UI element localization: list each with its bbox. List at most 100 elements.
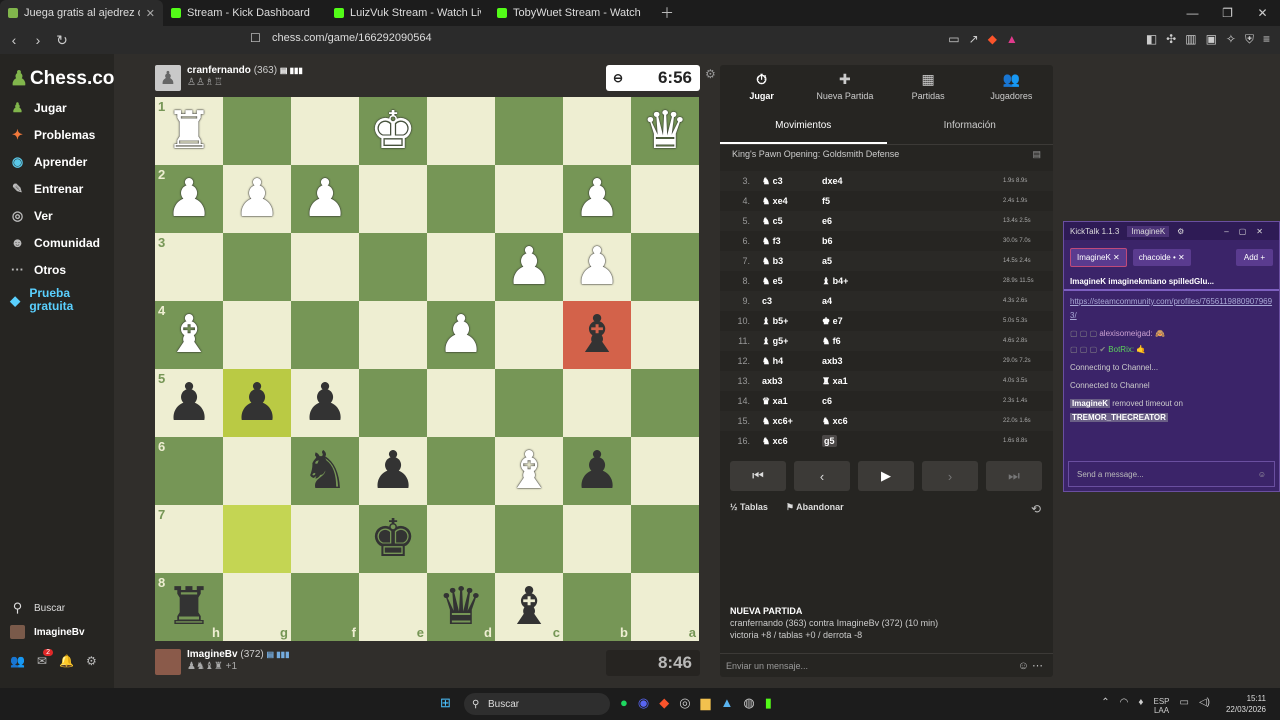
bottom-player-avatar[interactable] bbox=[155, 649, 181, 675]
board-settings-icon[interactable]: ⚙ bbox=[705, 67, 716, 81]
white-move[interactable]: c3 bbox=[756, 296, 822, 306]
back-icon[interactable]: ‹ bbox=[4, 32, 24, 48]
board-square[interactable]: c ♝ bbox=[495, 573, 563, 641]
network-icon[interactable]: ▭ bbox=[1180, 697, 1189, 715]
kicktalk-add-button[interactable]: Add + bbox=[1235, 249, 1273, 266]
board-square[interactable]: ♟ bbox=[427, 301, 495, 369]
board-square[interactable] bbox=[427, 97, 495, 165]
discord-icon[interactable]: ◉ bbox=[638, 695, 649, 711]
kicktalk-message-input[interactable]: Send a message... ☺ bbox=[1068, 461, 1275, 487]
board-square[interactable]: ♟ bbox=[563, 165, 631, 233]
close-window-icon[interactable]: ✕ bbox=[1245, 0, 1280, 26]
white-pawn-icon[interactable]: ♟ bbox=[234, 173, 281, 225]
board-square[interactable]: ♝ bbox=[495, 437, 563, 505]
board-square[interactable] bbox=[495, 369, 563, 437]
steam-icon[interactable]: ◎ bbox=[679, 695, 690, 711]
black-pawn-icon[interactable]: ♟ bbox=[574, 445, 621, 497]
board-square[interactable]: 6 bbox=[155, 437, 223, 505]
black-pawn-icon[interactable]: ♟ bbox=[370, 445, 417, 497]
white-move[interactable]: ♞ c3 bbox=[756, 176, 822, 187]
next-move-button[interactable]: › bbox=[922, 461, 978, 491]
black-pawn-icon[interactable]: ♟ bbox=[166, 377, 213, 429]
board-square[interactable]: ♚ bbox=[359, 505, 427, 573]
restore-icon[interactable]: ❐ bbox=[1210, 0, 1245, 26]
volume-icon[interactable]: ◁) bbox=[1199, 697, 1210, 715]
black-pawn-icon[interactable]: ♟ bbox=[302, 377, 349, 429]
sidebar-user[interactable]: ImagineBv bbox=[10, 625, 85, 639]
resign-button[interactable]: ⚑ Abandonar bbox=[786, 502, 844, 513]
play-button[interactable]: ▶ bbox=[858, 461, 914, 491]
prev-move-button[interactable]: ‹ bbox=[794, 461, 850, 491]
board-square[interactable]: ♟ bbox=[223, 165, 291, 233]
extension-icon[interactable]: ◧ bbox=[1146, 32, 1157, 47]
board-square[interactable] bbox=[359, 233, 427, 301]
board-square[interactable] bbox=[631, 165, 699, 233]
board-square[interactable] bbox=[223, 437, 291, 505]
board-square[interactable] bbox=[359, 369, 427, 437]
board-square[interactable] bbox=[223, 301, 291, 369]
board-square[interactable] bbox=[495, 301, 563, 369]
emoji-icon[interactable]: ☺ ⋯ bbox=[1018, 659, 1043, 672]
emote-picker-icon[interactable]: ☺ bbox=[1258, 470, 1266, 479]
forward-icon[interactable]: › bbox=[28, 32, 48, 48]
board-square[interactable] bbox=[359, 165, 427, 233]
white-move[interactable]: ♞ xc6+ bbox=[756, 416, 822, 427]
white-move[interactable]: ♞ e5 bbox=[756, 276, 822, 287]
mod-username[interactable]: ImagineK bbox=[1070, 399, 1111, 408]
board-square[interactable]: 7 bbox=[155, 505, 223, 573]
board-square[interactable]: 2 ♟ bbox=[155, 165, 223, 233]
chevron-up-icon[interactable]: ⌃ bbox=[1101, 697, 1109, 715]
obs-icon[interactable]: ◍ bbox=[743, 695, 754, 711]
board-square[interactable]: ♟ bbox=[291, 165, 359, 233]
chat-username[interactable]: BotRix: bbox=[1108, 345, 1134, 354]
black-move[interactable]: ♚ e7 bbox=[822, 316, 952, 327]
friends-icon[interactable]: 👥 bbox=[10, 654, 25, 668]
board-square[interactable] bbox=[291, 97, 359, 165]
taskbar-clock[interactable]: 15:11 22/03/2026 bbox=[1226, 693, 1266, 715]
kicktalk-tab-chacoide[interactable]: chacoide • ✕ bbox=[1132, 249, 1191, 266]
copy-icon[interactable]: ▤ bbox=[1032, 149, 1041, 160]
headset-icon[interactable]: ◠ bbox=[1120, 697, 1129, 715]
white-move[interactable]: ♞ c5 bbox=[756, 216, 822, 227]
kicktalk-window-controls[interactable]: –▢✕ bbox=[1224, 227, 1273, 236]
board-square[interactable]: ♟ bbox=[291, 369, 359, 437]
black-move[interactable]: e6 bbox=[822, 216, 952, 226]
sidebar-item-otros[interactable]: ··· Otros bbox=[10, 262, 66, 277]
subtab-movimientos[interactable]: Movimientos bbox=[720, 111, 887, 144]
board-square[interactable]: ♟ bbox=[359, 437, 427, 505]
black-move[interactable]: ♝ b4+ bbox=[822, 276, 952, 287]
browser-tab-tobywuet[interactable]: TobyWuet Stream - Watch Live on Kick bbox=[489, 0, 652, 26]
new-tab-icon[interactable]: ＋ bbox=[660, 3, 674, 23]
reload-icon[interactable]: ↻ bbox=[52, 32, 72, 49]
spotify-icon[interactable]: ● bbox=[620, 695, 628, 711]
language-indicator[interactable]: ESP LAA bbox=[1154, 697, 1170, 715]
sidebar-item-jugar[interactable]: ♟ Jugar bbox=[10, 100, 67, 116]
share-icon[interactable]: ↗ bbox=[969, 32, 979, 47]
black-move[interactable]: g5 bbox=[822, 435, 952, 447]
board-square[interactable] bbox=[427, 505, 495, 573]
chess-board[interactable]: 1 ♜ ♚ ♛ 2 ♟ ♟ ♟ ♟ 3 ♟ ♟ 4 ♝ ♟ ♝ 5 ♟ ♟ ♟ 6 ♞ ♟ ♝ ♟ 7 ♚ 8 h ♜ g f e d ♛ c ♝ b a bbox=[155, 97, 699, 641]
top-player-name[interactable]: cranfernando bbox=[187, 65, 251, 76]
wallet-icon[interactable]: ▣ bbox=[1206, 32, 1217, 47]
board-square[interactable]: g bbox=[223, 573, 291, 641]
browser-tab-kick-dashboard[interactable]: Stream - Kick Dashboard bbox=[163, 0, 326, 26]
board-square[interactable] bbox=[359, 301, 427, 369]
black-move[interactable]: b6 bbox=[822, 236, 952, 246]
cast-icon[interactable]: ▭ bbox=[948, 32, 959, 47]
white-queen-icon[interactable]: ♛ bbox=[642, 105, 689, 157]
white-move[interactable]: ♞ xe4 bbox=[756, 196, 822, 207]
browser-tab-luizvuk[interactable]: LuizVuk Stream - Watch Live on Kick bbox=[326, 0, 489, 26]
board-square[interactable]: d ♛ bbox=[427, 573, 495, 641]
board-square[interactable] bbox=[291, 301, 359, 369]
board-square[interactable] bbox=[631, 505, 699, 573]
white-bishop-icon[interactable]: ♝ bbox=[506, 445, 553, 497]
minimize-icon[interactable]: — bbox=[1175, 0, 1210, 26]
tab-nueva-partida[interactable]: ✚ Nueva Partida bbox=[803, 65, 886, 105]
board-square[interactable] bbox=[427, 233, 495, 301]
vpn-icon[interactable]: ⛨ bbox=[1245, 32, 1254, 47]
white-move[interactable]: axb3 bbox=[756, 376, 822, 386]
sidebar-search[interactable]: ⚲ Buscar bbox=[10, 600, 65, 616]
white-pawn-icon[interactable]: ♟ bbox=[574, 241, 621, 293]
board-square[interactable]: a bbox=[631, 573, 699, 641]
black-move[interactable]: a4 bbox=[822, 296, 952, 306]
